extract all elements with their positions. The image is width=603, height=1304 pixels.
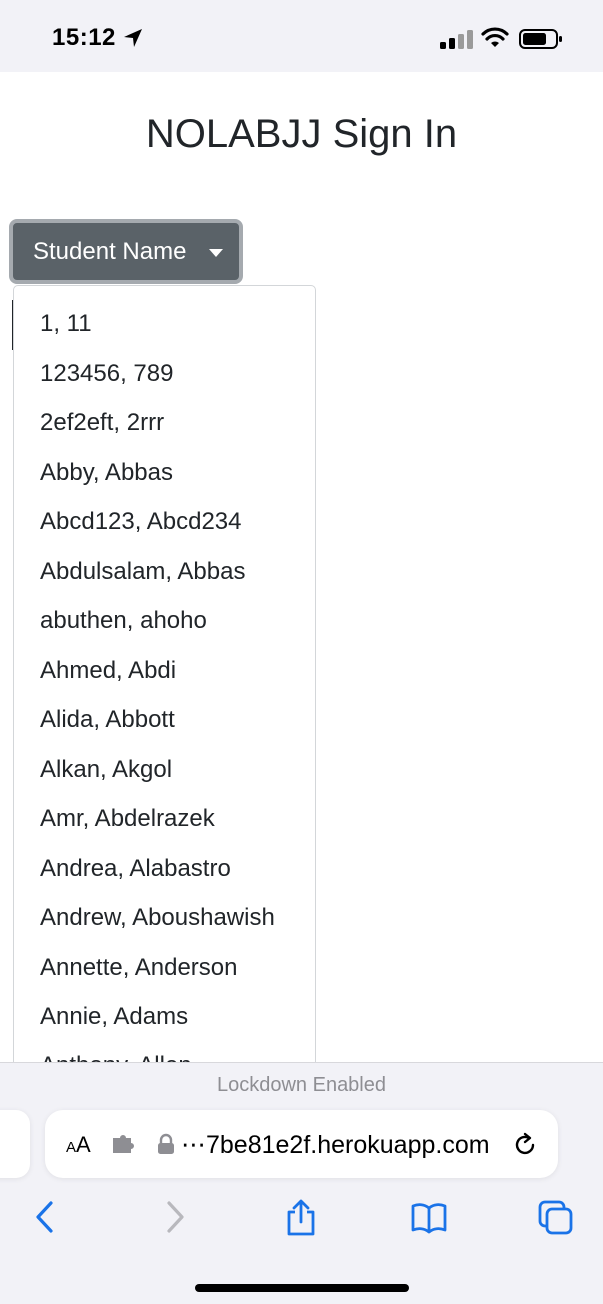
extension-icon[interactable] [110, 1133, 136, 1155]
student-name-dropdown-button[interactable]: Student Name [9, 219, 243, 284]
wifi-icon [481, 27, 509, 47]
dropdown-item[interactable]: Annette, Anderson [40, 954, 237, 982]
reload-icon[interactable] [511, 1131, 539, 1159]
dropdown-item[interactable]: Abdulsalam, Abbas [40, 558, 245, 586]
dropdown-item[interactable]: 123456, 789 [40, 360, 173, 388]
page-title: NOLABJJ Sign In [145, 112, 458, 156]
lock-icon [158, 1133, 174, 1154]
dropdown-item[interactable]: Annie, Adams [40, 1003, 188, 1031]
status-time: 15:12 [52, 24, 116, 51]
forward-chevron-icon[interactable] [157, 1198, 193, 1236]
dropdown-label: Student Name [33, 237, 187, 265]
previous-tab-preview[interactable] [0, 1110, 30, 1178]
dropdown-menu[interactable]: 1, 11 123456, 789 2ef2eft, 2rrr Abby, Ab… [13, 285, 316, 1075]
bookmarks-icon[interactable] [411, 1198, 447, 1236]
home-indicator[interactable] [195, 1284, 409, 1292]
share-icon[interactable] [283, 1198, 319, 1236]
cellular-signal-icon [440, 30, 473, 49]
reader-options-button[interactable]: AA [66, 1132, 91, 1158]
location-arrow-icon [124, 29, 142, 47]
browser-toolbar [0, 1062, 603, 1304]
dropdown-item[interactable]: Alkan, Akgol [40, 756, 172, 784]
back-chevron-icon[interactable] [27, 1198, 63, 1236]
dropdown-item[interactable]: Ahmed, Abdi [40, 657, 176, 685]
tabs-icon[interactable] [538, 1198, 574, 1236]
dropdown-item[interactable]: 1, 11 [40, 310, 92, 338]
dropdown-item[interactable]: Andrea, Alabastro [40, 855, 231, 883]
dropdown-item[interactable]: Alida, Abbott [40, 706, 175, 734]
caret-down-icon [209, 249, 223, 257]
url-text[interactable]: ⋯7be81e2f.herokuapp.com [181, 1130, 490, 1160]
lockdown-status: Lockdown Enabled [216, 1074, 386, 1096]
dropdown-item[interactable]: Amr, Abdelrazek [40, 805, 215, 833]
dropdown-item[interactable]: 2ef2eft, 2rrr [40, 409, 164, 437]
dropdown-item[interactable]: abuthen, ahoho [40, 607, 207, 635]
dropdown-item[interactable]: Abcd123, Abcd234 [40, 508, 242, 536]
dropdown-item[interactable]: Abby, Abbas [40, 459, 173, 487]
battery-icon [519, 29, 562, 49]
dropdown-item[interactable]: Andrew, Aboushawish [40, 904, 275, 932]
